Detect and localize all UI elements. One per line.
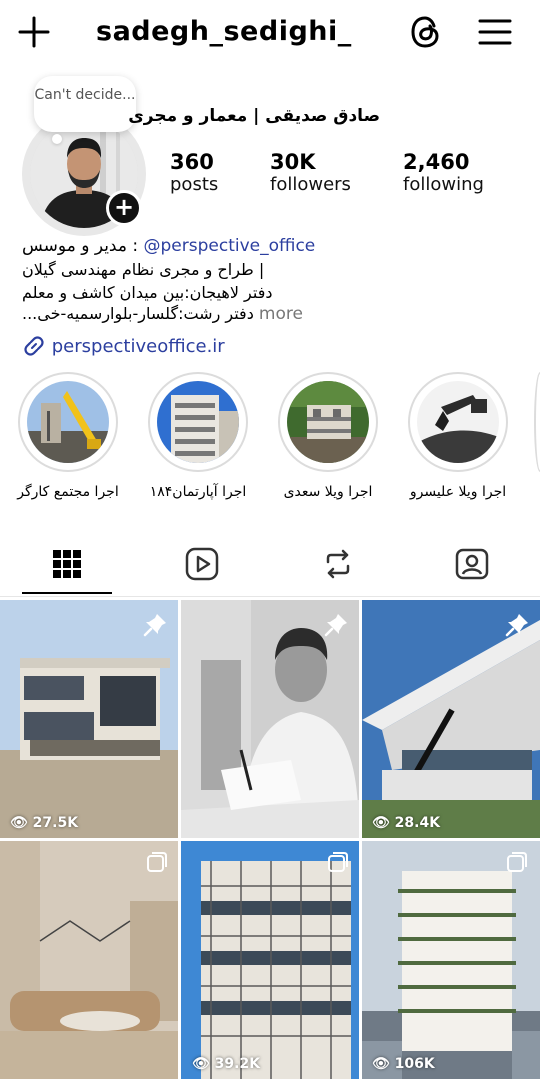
- bio-mention-link[interactable]: @perspective_office: [144, 236, 316, 256]
- highlight-3-cover: [287, 381, 369, 463]
- highlight-2-cover: [157, 381, 239, 463]
- profile-note-tail: [52, 134, 62, 144]
- bio-line-4: دفتر رشت:گلسار-بلوارسمیه-خی... more: [22, 304, 303, 324]
- post-5-views-value: 39.2K: [214, 1056, 261, 1072]
- stat-following[interactable]: 2,460 following: [403, 150, 484, 195]
- post-6-views: 👁 106K: [372, 1056, 435, 1072]
- stat-posts-label: posts: [170, 174, 219, 195]
- bio-line-3: دفتر لاهیجان:بین میدان کاشف و معلم: [22, 283, 273, 302]
- highlight-5-partial[interactable]: [534, 372, 540, 472]
- highlight-4-cover: [417, 381, 499, 463]
- highlight-3-label: اجرا ویلا سعدی: [283, 484, 373, 500]
- eye-icon: 👁: [372, 815, 390, 831]
- stat-posts[interactable]: 360 posts: [170, 150, 218, 195]
- eye-icon: 👁: [372, 1056, 390, 1072]
- post-3-views: 👁 28.4K: [372, 815, 440, 831]
- stat-following-label: following: [403, 174, 484, 195]
- highlight-4-label: اجرا ویلا علیسرو: [409, 484, 507, 500]
- highlight-3[interactable]: [278, 372, 378, 472]
- eye-icon: 👁: [192, 1056, 210, 1072]
- add-story-icon[interactable]: +: [106, 190, 142, 226]
- post-1-views-value: 27.5K: [32, 815, 79, 831]
- profile-website-link[interactable]: perspectiveoffice.ir: [22, 334, 225, 357]
- profile-username[interactable]: sadegh_sedighi_: [96, 12, 352, 52]
- carousel-icon: [328, 852, 348, 872]
- stat-following-value: 2,460: [403, 150, 470, 174]
- bio-line-4-text: دفتر رشت:گلسار-بلوارسمیه-خی...: [22, 304, 254, 323]
- post-5[interactable]: [181, 841, 359, 1079]
- tab-divider: [0, 596, 540, 597]
- post-6[interactable]: [362, 841, 540, 1079]
- bio-role: : مدیر و موسس: [22, 236, 139, 256]
- carousel-icon: [507, 852, 527, 872]
- grid-icon[interactable]: [49, 546, 85, 582]
- profile-note[interactable]: Can't decide...: [34, 76, 136, 132]
- highlight-1-cover: [27, 381, 109, 463]
- bio-line-2: | طراح و مجری نظام مهندسی گیلان: [22, 260, 265, 279]
- pinned-icon: [143, 614, 166, 637]
- tagged-icon[interactable]: [454, 546, 490, 582]
- post-3-views-value: 28.4K: [394, 815, 441, 831]
- active-tab-indicator: [22, 592, 112, 594]
- post-4[interactable]: [0, 841, 178, 1079]
- stat-posts-value: 360: [170, 150, 214, 174]
- highlight-1-label: اجرا مجتمع کارگر: [17, 484, 119, 500]
- bio-more-button[interactable]: more: [259, 304, 303, 324]
- bio-line-1: : مدیر و موسس @perspective_office: [22, 236, 315, 256]
- post-6-views-value: 106K: [394, 1056, 435, 1072]
- highlight-2-label: اجرا آپارتمان۱۸۴: [149, 484, 247, 500]
- eye-icon: 👁: [10, 815, 28, 831]
- stat-followers-value: 30K: [270, 150, 316, 174]
- highlight-4[interactable]: [408, 372, 508, 472]
- reels-icon[interactable]: [184, 546, 220, 582]
- post-5-views: 👁 39.2K: [192, 1056, 260, 1072]
- profile-website-text: perspectiveoffice.ir: [51, 336, 225, 357]
- plus-icon[interactable]: [16, 14, 52, 50]
- threads-icon[interactable]: [408, 14, 444, 50]
- post-1-views: 👁 27.5K: [10, 815, 78, 831]
- pinned-icon: [505, 614, 528, 637]
- stat-followers-label: followers: [270, 174, 351, 195]
- link-icon: [24, 336, 44, 356]
- hamburger-menu-icon[interactable]: [476, 14, 514, 50]
- highlight-2[interactable]: [148, 372, 248, 472]
- stat-followers[interactable]: 30K followers: [270, 150, 351, 195]
- carousel-icon: [147, 852, 167, 872]
- pinned-icon: [324, 614, 347, 637]
- profile-full-name: صادق صدیقی | معمار و مجری: [128, 106, 380, 126]
- repost-icon[interactable]: [320, 546, 356, 582]
- highlight-1[interactable]: [18, 372, 118, 472]
